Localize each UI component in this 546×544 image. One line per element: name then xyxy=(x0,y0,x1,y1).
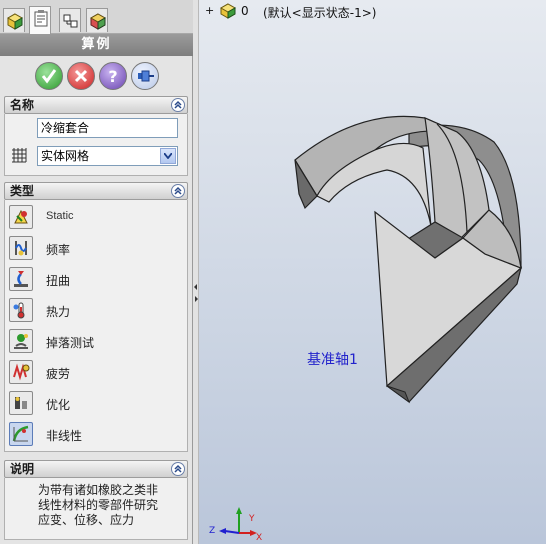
splitter-grip-icon[interactable] xyxy=(194,283,198,303)
property-sheet-icon xyxy=(34,10,48,27)
static-study-icon xyxy=(9,205,33,229)
feature-manager-tab[interactable] xyxy=(3,8,25,32)
study-name-input[interactable]: 冷缩套合 xyxy=(37,118,178,138)
buckling-study-icon xyxy=(9,267,33,291)
collapse-icon[interactable] xyxy=(171,98,185,112)
panel-title: 算例 xyxy=(0,34,193,56)
frequency-study-icon xyxy=(9,236,33,260)
study-type-label: Static xyxy=(46,210,74,222)
study-type-frequency[interactable]: 频率 xyxy=(9,236,183,262)
cancel-button[interactable] xyxy=(67,62,95,90)
study-type-label: 热力 xyxy=(46,305,71,319)
study-type-optimization[interactable]: 优化 xyxy=(9,391,183,417)
configuration-manager-tab[interactable] xyxy=(59,8,81,32)
property-manager-tab[interactable] xyxy=(29,6,51,34)
orientation-triad: Y X Z xyxy=(209,507,262,541)
x-icon xyxy=(74,69,88,83)
name-section-header[interactable]: 名称 xyxy=(4,96,188,114)
part-icon xyxy=(6,13,24,30)
display-manager-tab[interactable] xyxy=(86,8,108,32)
study-type-thermal[interactable]: 热力 xyxy=(9,298,183,324)
action-buttons: ? xyxy=(0,56,193,96)
study-type-label: 优化 xyxy=(46,398,71,412)
description-text: 为带有诸如橡胶之类非线性材料的零部件研究应变、位移、应力 xyxy=(38,483,159,527)
study-type-label: 疲劳 xyxy=(46,367,71,381)
collapse-icon[interactable] xyxy=(171,462,185,476)
triad-y-label: Y xyxy=(248,514,255,524)
study-type-fatigue[interactable]: 疲劳 xyxy=(9,360,183,386)
name-section-title: 名称 xyxy=(10,98,35,112)
ok-button[interactable] xyxy=(35,62,63,90)
display-icon xyxy=(89,13,107,30)
help-button[interactable]: ? xyxy=(99,62,127,90)
study-type-label: 掉落测试 xyxy=(46,336,95,350)
fatigue-study-icon xyxy=(9,360,33,384)
chevron-down-icon[interactable] xyxy=(160,148,176,164)
pushpin-icon xyxy=(138,70,154,82)
mesh-type-value: 实体网格 xyxy=(41,149,90,163)
collapse-icon[interactable] xyxy=(171,184,185,198)
type-section-header[interactable]: 类型 xyxy=(4,182,188,200)
graphics-area[interactable]: + 0 (默认<显示状态-1>) 基准轴1 Y X Z xyxy=(199,0,546,544)
part-model[interactable] xyxy=(199,0,546,544)
nonlinear-study-icon xyxy=(9,422,33,446)
manager-tabs xyxy=(0,0,193,34)
description-section-header[interactable]: 说明 xyxy=(4,460,188,478)
pin-button[interactable] xyxy=(131,62,159,90)
study-type-label: 频率 xyxy=(46,243,71,257)
study-type-label: 非线性 xyxy=(46,429,83,443)
study-type-label: 扭曲 xyxy=(46,274,71,288)
study-type-drop-test[interactable]: 掉落测试 xyxy=(9,329,183,355)
mesh-type-select[interactable]: 实体网格 xyxy=(37,146,178,166)
triad-x-label: X xyxy=(256,533,262,541)
reference-axis-label[interactable]: 基准轴1 xyxy=(307,349,358,369)
type-section-title: 类型 xyxy=(10,184,35,198)
study-type-buckling[interactable]: 扭曲 xyxy=(9,267,183,293)
description-section-title: 说明 xyxy=(10,462,35,476)
study-type-nonlinear[interactable]: 非线性 xyxy=(9,422,183,448)
study-type-static[interactable]: Static xyxy=(9,205,183,231)
svg-text:?: ? xyxy=(108,67,117,86)
triad-z-label: Z xyxy=(209,526,215,536)
drop-test-icon xyxy=(9,329,33,353)
optimization-study-icon xyxy=(9,391,33,415)
property-manager-panel: 算例 ? 名称 冷缩套合 实体网格 类型 Static 频率 扭曲 热力 掉落测… xyxy=(0,0,193,544)
checkmark-icon xyxy=(41,69,57,84)
configuration-icon xyxy=(63,14,78,28)
question-icon: ? xyxy=(108,67,117,86)
thermal-study-icon xyxy=(9,298,33,322)
mesh-icon xyxy=(12,148,27,163)
